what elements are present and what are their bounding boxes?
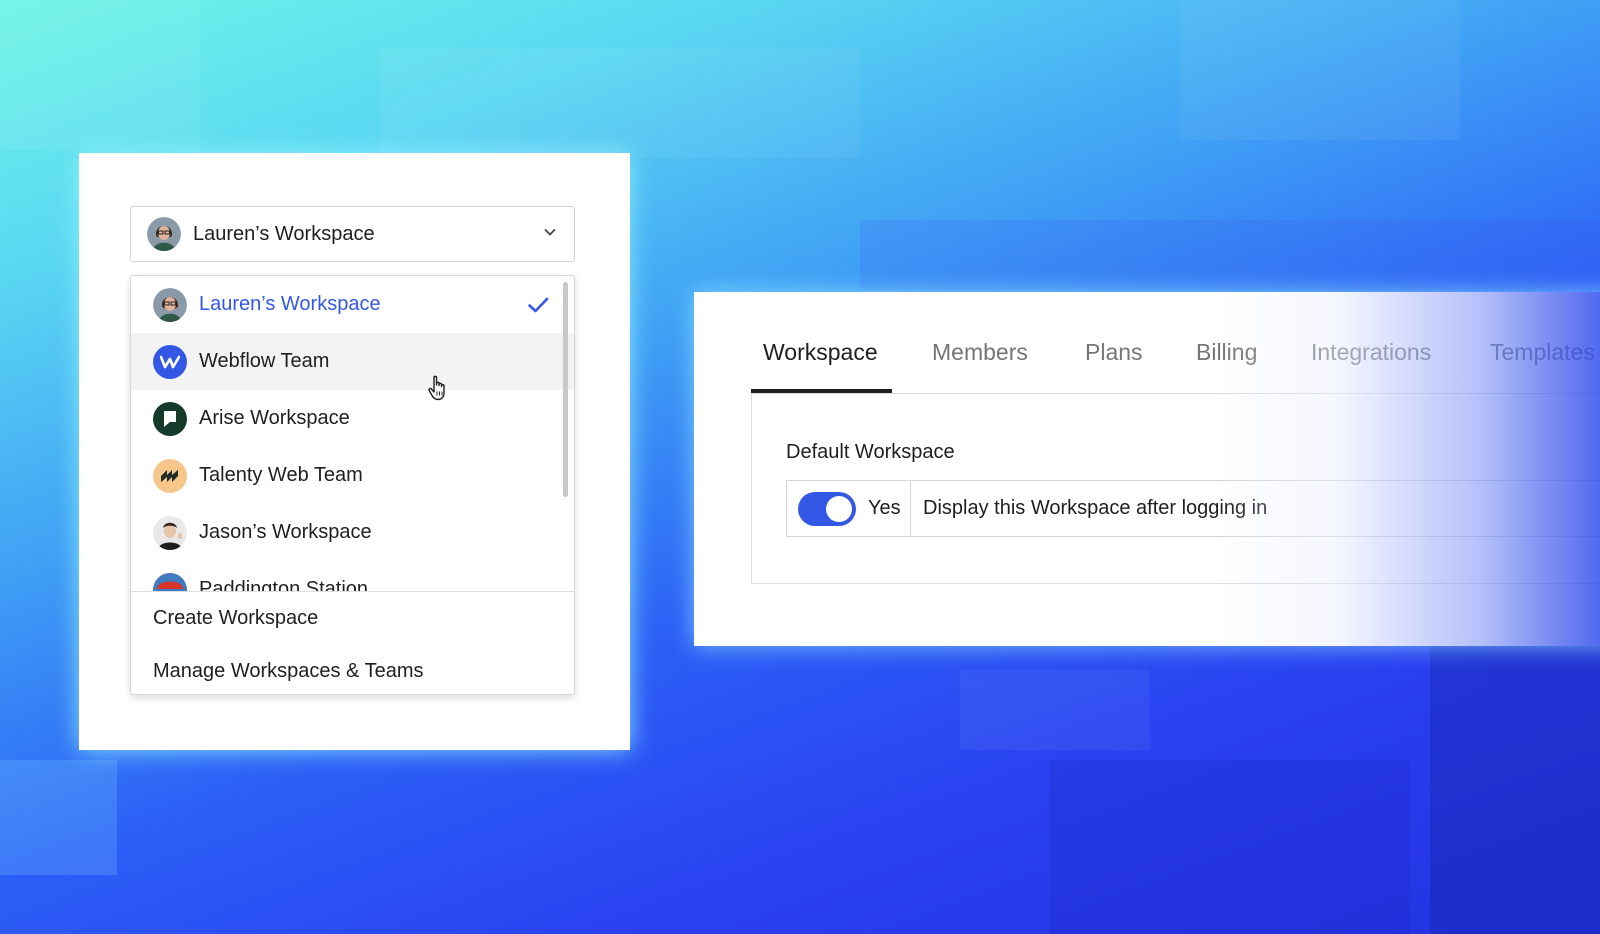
paddington-avatar-icon — [153, 572, 187, 591]
webflow-logo-icon — [153, 344, 187, 379]
default-workspace-toggle-cell[interactable]: Yes — [787, 481, 911, 536]
toggle-knob — [826, 495, 852, 522]
default-workspace-setting: Yes Display this Workspace after logging… — [786, 480, 1600, 537]
user-avatar-lauren-icon — [153, 287, 187, 322]
dropdown-scrollbar[interactable] — [563, 282, 568, 497]
background: Lauren’s Workspace Lauren’s Workspace We… — [0, 0, 1600, 934]
workspace-option-label: Arise Workspace — [199, 407, 350, 429]
bg-tile — [860, 220, 1600, 290]
bg-tile — [1180, 0, 1460, 140]
workspace-select[interactable]: Lauren’s Workspace — [130, 206, 575, 262]
workspace-option-label: Jason’s Workspace — [199, 521, 372, 543]
workspace-settings-card: Workspace Members Plans Billing Integrat… — [694, 292, 1600, 646]
chevron-down-icon — [542, 224, 558, 245]
tab-workspace[interactable]: Workspace — [763, 339, 878, 366]
hand-cursor-icon — [428, 375, 445, 401]
workspace-select-label: Lauren’s Workspace — [193, 222, 375, 245]
user-avatar-lauren-icon — [147, 217, 181, 251]
tab-plans[interactable]: Plans — [1085, 339, 1143, 366]
talenty-logo-icon — [153, 458, 187, 493]
workspace-dropdown: Lauren’s Workspace Webflow Team Arise Wo… — [130, 275, 575, 695]
checkmark-icon — [526, 293, 550, 317]
bg-tile — [380, 48, 860, 158]
tab-integrations[interactable]: Integrations — [1311, 339, 1431, 366]
workspace-option-laurens[interactable]: Lauren’s Workspace — [131, 276, 574, 333]
workspace-switcher-card: Lauren’s Workspace Lauren’s Workspace We… — [79, 153, 630, 750]
bg-tile — [960, 670, 1150, 750]
bg-tile — [0, 0, 200, 150]
create-workspace-button[interactable]: Create Workspace — [153, 607, 318, 630]
bg-tile — [1050, 760, 1410, 934]
workspace-option-label: Webflow Team — [199, 350, 330, 372]
settings-tabs: Workspace Members Plans Billing Integrat… — [751, 292, 1600, 394]
default-workspace-description: Display this Workspace after logging in — [923, 497, 1268, 519]
workspace-option-label: Paddington Station — [199, 578, 369, 591]
workspace-list: Lauren’s Workspace Webflow Team Arise Wo… — [131, 276, 574, 591]
tab-members[interactable]: Members — [932, 339, 1028, 366]
workspace-option-talenty[interactable]: Talenty Web Team — [131, 447, 574, 504]
bg-tile — [1430, 640, 1600, 934]
arise-logo-icon — [153, 401, 187, 436]
manage-workspaces-button[interactable]: Manage Workspaces & Teams — [153, 660, 424, 683]
workspace-option-label: Lauren’s Workspace — [199, 293, 381, 315]
workspace-option-arise[interactable]: Arise Workspace — [131, 390, 574, 447]
default-workspace-label: Default Workspace — [786, 441, 955, 463]
workspace-settings-panel: Default Workspace Yes Display this Works… — [751, 393, 1600, 584]
default-workspace-toggle[interactable] — [798, 491, 856, 526]
dropdown-footer: Create Workspace Manage Workspaces & Tea… — [131, 591, 574, 694]
workspace-option-label: Talenty Web Team — [199, 464, 363, 486]
tab-templates[interactable]: Templates — [1490, 339, 1595, 366]
workspace-option-jasons[interactable]: Jason’s Workspace — [131, 504, 574, 561]
toggle-state-label: Yes — [868, 497, 901, 519]
workspace-option-webflow-team[interactable]: Webflow Team — [131, 333, 574, 390]
tab-billing[interactable]: Billing — [1196, 339, 1257, 366]
user-avatar-jason-icon — [153, 515, 187, 550]
bg-tile — [0, 760, 117, 875]
workspace-option-paddington[interactable]: Paddington Station — [131, 561, 574, 591]
